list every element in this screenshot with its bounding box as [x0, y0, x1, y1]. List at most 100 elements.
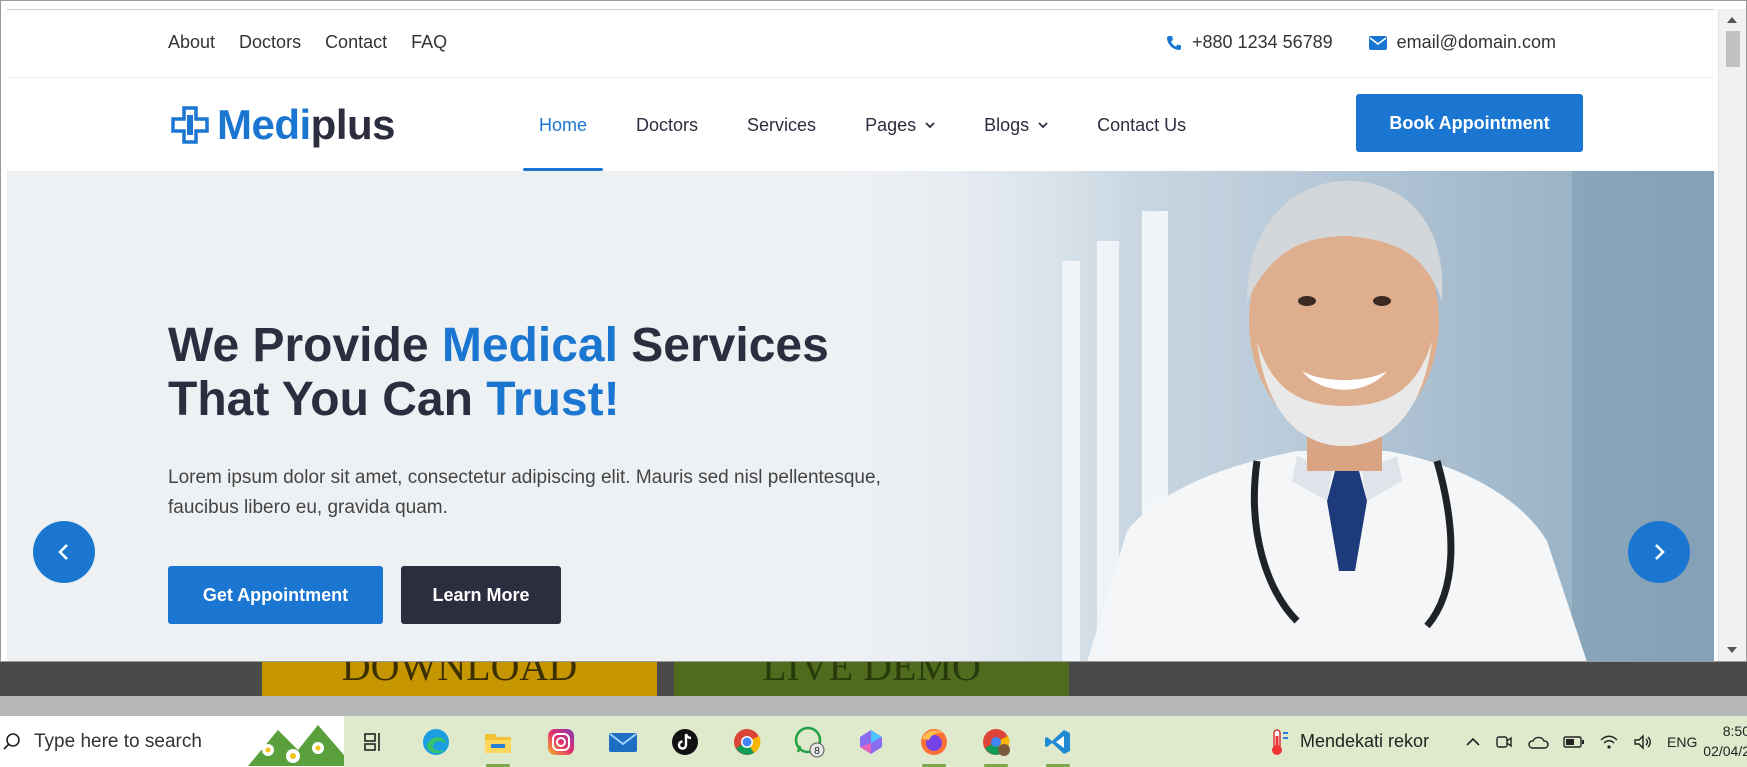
hero-title-d: That You Can [168, 373, 487, 426]
nav-item-doctors[interactable]: Doctors [620, 79, 714, 171]
clock[interactable]: 8:50 02/04/2 [1690, 721, 1747, 761]
email-address: email@domain.com [1396, 32, 1556, 52]
hero-title: We Provide Medical Services That You Can… [168, 319, 829, 427]
phone-contact[interactable]: +880 1234 56789 [1166, 32, 1333, 53]
copilot-app[interactable] [853, 724, 889, 760]
web-page: About Doctors Contact FAQ +880 1234 5678… [7, 9, 1714, 661]
search-icon [3, 732, 20, 750]
whatsapp-app[interactable]: 8 [791, 724, 827, 760]
medical-cross-icon [171, 106, 209, 144]
nav-home-label: Home [539, 114, 588, 135]
taskbar-search[interactable]: Type here to search [0, 716, 344, 767]
top-link-doctors[interactable]: Doctors [239, 32, 301, 53]
get-appointment-button[interactable]: Get Appointment [168, 566, 383, 624]
nav-services-label: Services [747, 114, 817, 135]
hero-title-a: We Provide [168, 319, 442, 372]
firefox-icon [921, 729, 947, 755]
chrome-icon [734, 729, 761, 755]
system-tray: ENG [1465, 716, 1697, 767]
meet-now-icon[interactable] [1495, 733, 1513, 751]
copilot-icon [860, 730, 882, 754]
top-link-about[interactable]: About [168, 32, 215, 53]
top-link-faq[interactable]: FAQ [411, 32, 447, 53]
scroll-up-arrow-icon[interactable] [1727, 17, 1737, 23]
clock-date: 02/04/2 [1703, 743, 1747, 759]
slider-prev-button[interactable] [33, 521, 95, 583]
instagram-app[interactable] [543, 724, 579, 760]
chrome-app[interactable] [729, 724, 765, 760]
primary-menu: Home Doctors Services Pages Blogs Contac… [523, 79, 1219, 171]
vscode-app[interactable] [1040, 724, 1076, 767]
whatsapp-badge: 8 [814, 746, 820, 757]
doctor-photo [827, 171, 1714, 661]
weather-widget[interactable]: Mendekati rekor [1268, 716, 1429, 767]
logo[interactable]: Mediplus [171, 101, 396, 149]
chevron-right-icon [1655, 544, 1665, 560]
firefox-app[interactable] [916, 724, 952, 767]
mail-app-icon [609, 733, 637, 752]
vertical-scrollbar[interactable] [1718, 9, 1746, 661]
logo-text-part1: Medi [217, 101, 311, 148]
nav-item-services[interactable]: Services [731, 79, 832, 171]
onedrive-icon[interactable] [1527, 735, 1549, 749]
mail-icon [1368, 35, 1387, 50]
top-link-contact[interactable]: Contact [325, 32, 387, 53]
nav-pages-label: Pages [865, 114, 917, 135]
whatsapp-icon: 8 [794, 726, 825, 758]
battery-icon[interactable] [1563, 735, 1585, 748]
search-placeholder: Type here to search [34, 730, 202, 752]
hero-title-highlight-2: Trust! [486, 373, 620, 426]
contact-info: +880 1234 56789 email@domain.com [1166, 32, 1556, 53]
nav-item-blogs[interactable]: Blogs [968, 79, 1064, 171]
chevron-left-icon [58, 544, 68, 560]
browser-window: About Doctors Contact FAQ +880 1234 5678… [0, 0, 1747, 662]
thermometer-icon [1272, 728, 1288, 755]
task-view-icon [364, 733, 380, 751]
slider-next-button[interactable] [1628, 521, 1690, 583]
instagram-icon [548, 729, 574, 755]
chevron-up-icon[interactable] [1465, 737, 1481, 747]
nav-item-contact-us[interactable]: Contact Us [1081, 79, 1202, 171]
live-demo-label: LIVE DEMO [762, 662, 981, 689]
phone-icon [1167, 35, 1182, 50]
book-appointment-button[interactable]: Book Appointment [1356, 94, 1583, 152]
taskbar: Type here to search 8 Mendekati rekor EN… [0, 716, 1747, 767]
download-banner[interactable]: DOWNLOAD [262, 662, 657, 696]
nav-item-home[interactable]: Home [523, 79, 604, 171]
hero-title-c: Services [617, 319, 829, 372]
live-demo-banner[interactable]: LIVE DEMO [674, 662, 1069, 696]
nav-blogs-label: Blogs [984, 114, 1030, 135]
flowers-icon [248, 725, 344, 766]
tiktok-app[interactable] [667, 724, 703, 760]
logo-text: Mediplus [217, 101, 396, 149]
scroll-thumb[interactable] [1726, 31, 1740, 67]
main-nav: Mediplus Home Doctors Services Pages Blo… [7, 79, 1714, 171]
nav-item-pages[interactable]: Pages [849, 79, 951, 171]
wifi-icon[interactable] [1599, 734, 1619, 750]
mail-app[interactable] [605, 724, 641, 760]
chrome-profile-icon [983, 729, 1010, 756]
top-bar: About Doctors Contact FAQ +880 1234 5678… [7, 10, 1714, 78]
edge-app[interactable] [418, 724, 454, 760]
top-nav: About Doctors Contact FAQ [168, 32, 447, 53]
folder-icon [485, 734, 511, 753]
task-view-button[interactable] [356, 724, 392, 760]
hero-description: Lorem ipsum dolor sit amet, consectetur … [168, 467, 881, 518]
download-label: DOWNLOAD [341, 662, 578, 689]
scroll-down-arrow-icon[interactable] [1727, 647, 1737, 653]
logo-text-part2: plus [310, 101, 396, 148]
chevron-down-icon [1038, 122, 1048, 129]
file-explorer-app[interactable] [480, 724, 516, 767]
clock-time: 8:50 [1722, 723, 1747, 739]
hero-title-highlight-1: Medical [441, 319, 618, 372]
window-gap [0, 696, 1747, 716]
volume-icon[interactable] [1633, 733, 1653, 750]
weather-text: Mendekati rekor [1300, 731, 1430, 751]
learn-more-button[interactable]: Learn More [401, 566, 561, 624]
tiktok-icon [672, 729, 698, 755]
chevron-down-icon [925, 122, 935, 129]
nav-doctors-label: Doctors [636, 114, 699, 135]
chrome-profile-app[interactable] [978, 724, 1014, 767]
email-contact[interactable]: email@domain.com [1368, 32, 1556, 53]
background-area: DOWNLOAD LIVE DEMO [0, 662, 1747, 696]
